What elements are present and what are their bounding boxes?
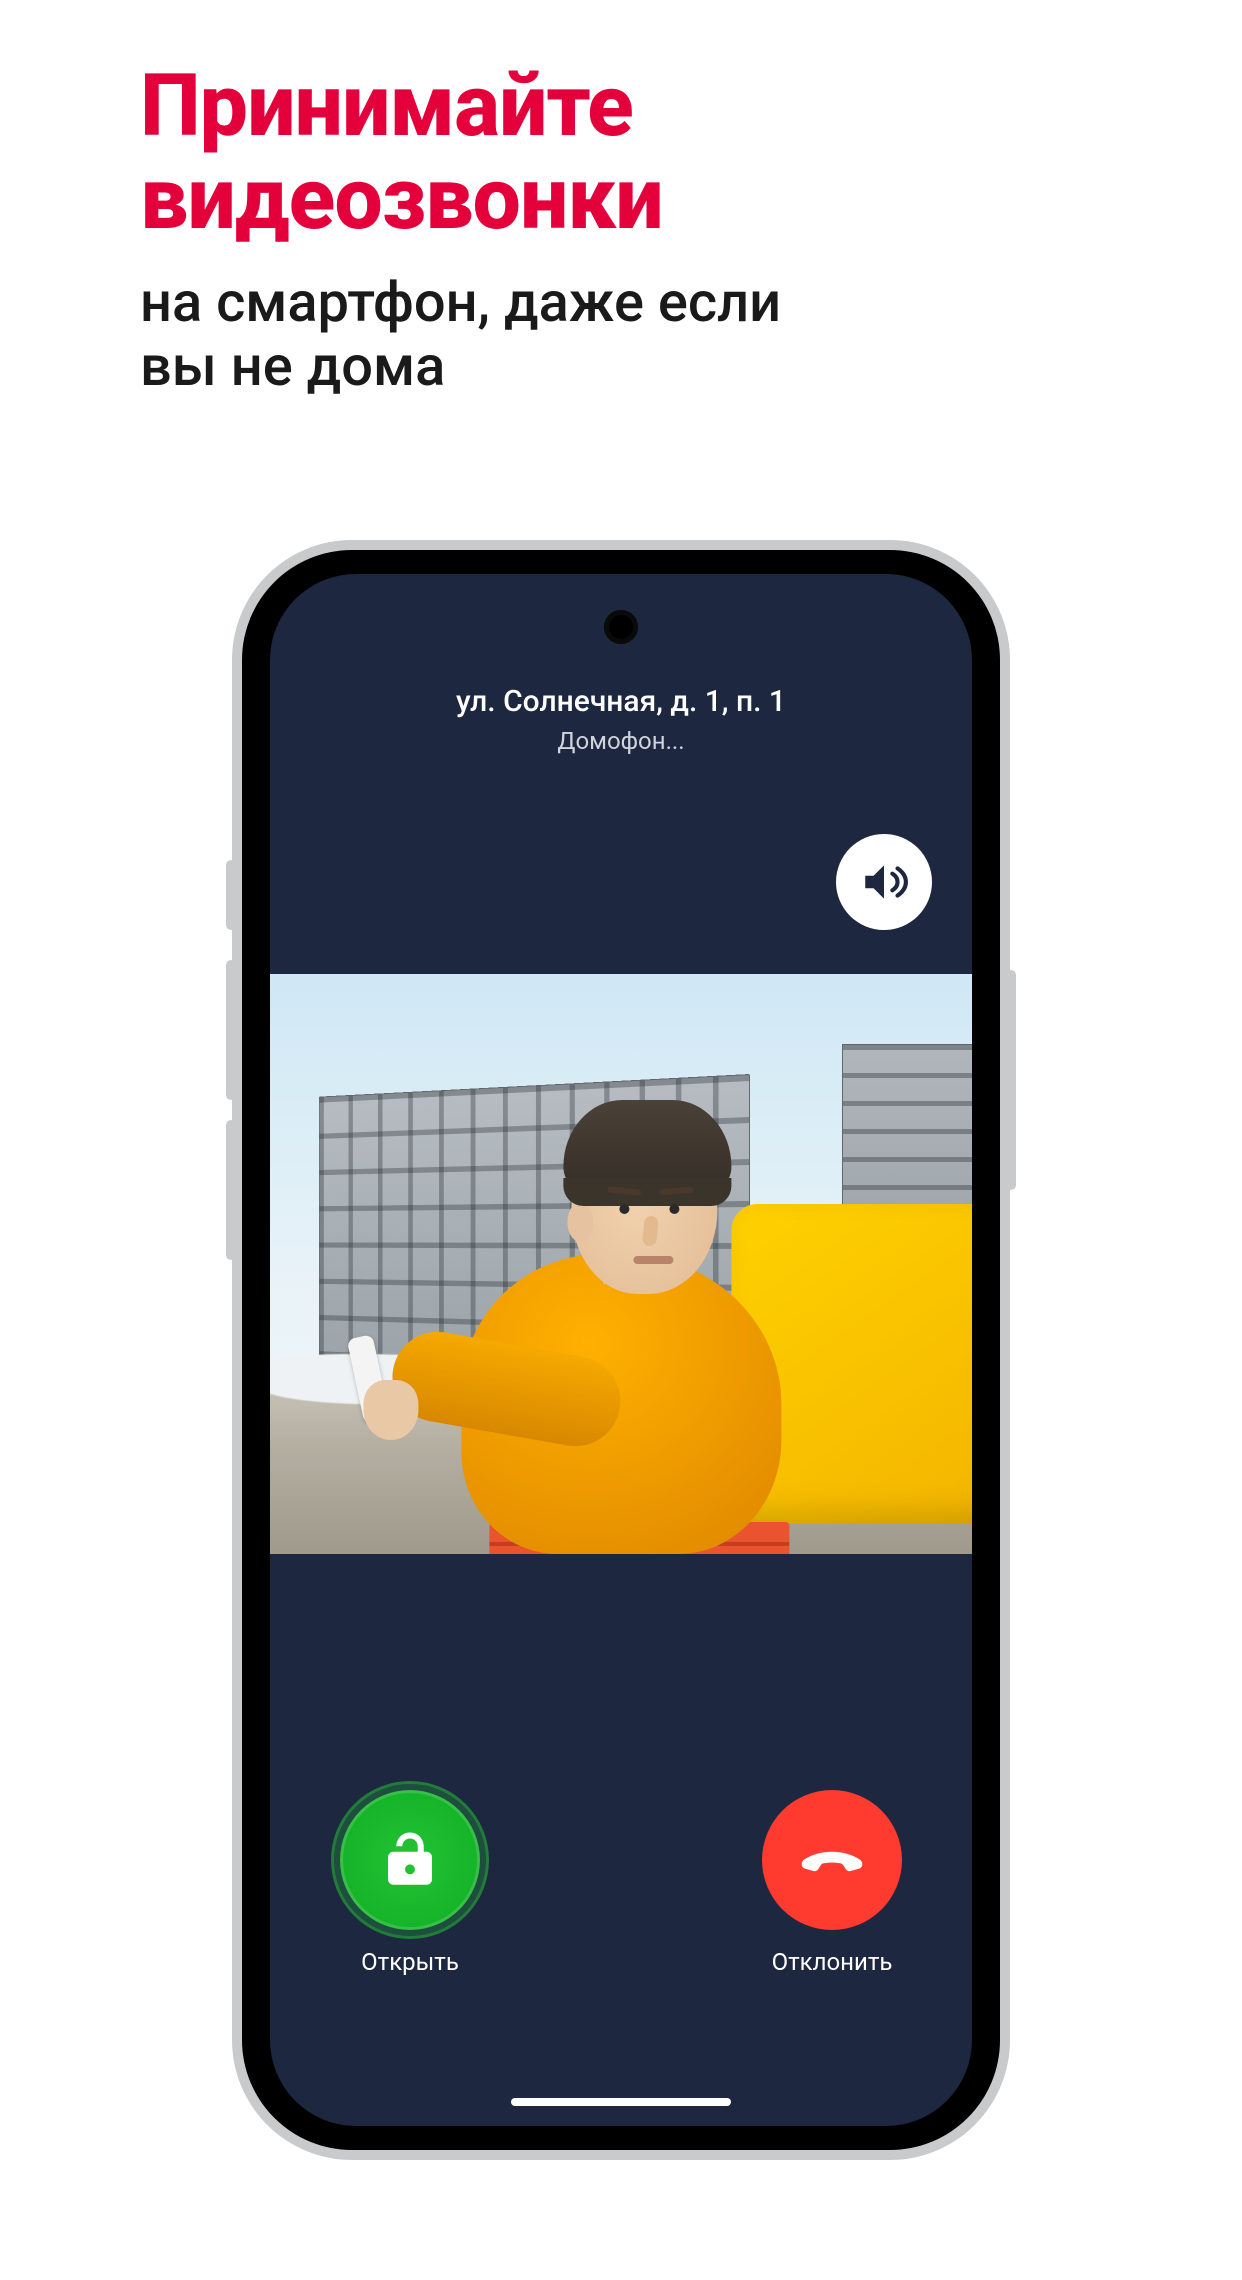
decline-call-label: Отклонить bbox=[772, 1948, 893, 1976]
headline-title: Принимайте видеозвонки bbox=[140, 60, 1100, 246]
speaker-button[interactable] bbox=[836, 834, 932, 930]
marketing-headline: Принимайте видеозвонки на смартфон, даже… bbox=[140, 60, 1100, 399]
phone-front-camera bbox=[604, 610, 638, 644]
speaker-icon bbox=[859, 857, 909, 907]
phone-side-button bbox=[226, 860, 236, 930]
phone-side-button bbox=[226, 960, 236, 1100]
call-actions: Открыть Отклонить bbox=[270, 1790, 972, 1976]
phone-body: ул. Солнечная, д. 1, п. 1 Домофон... bbox=[242, 550, 1000, 2150]
headline-sub-line2: вы не дома bbox=[140, 333, 445, 399]
open-door-label: Открыть bbox=[361, 1948, 459, 1976]
decline-call-action: Отклонить bbox=[762, 1790, 902, 1976]
courier-illustration bbox=[371, 1084, 891, 1554]
home-indicator[interactable] bbox=[511, 2098, 731, 2106]
video-scene-illustration bbox=[270, 974, 972, 1554]
open-door-button[interactable] bbox=[340, 1790, 480, 1930]
headline-title-line2: видеозвонки bbox=[140, 148, 663, 249]
headline-sub-line1: на смартфон, даже если bbox=[140, 269, 781, 335]
hangup-icon bbox=[799, 1827, 865, 1893]
call-address: ул. Солнечная, д. 1, п. 1 bbox=[270, 684, 972, 719]
phone-side-button bbox=[1006, 970, 1016, 1190]
lock-open-icon bbox=[377, 1827, 443, 1893]
open-door-action: Открыть bbox=[340, 1790, 480, 1976]
headline-title-line1: Принимайте bbox=[140, 55, 633, 156]
call-header: ул. Солнечная, д. 1, п. 1 Домофон... bbox=[270, 684, 972, 755]
phone-screen: ул. Солнечная, д. 1, п. 1 Домофон... bbox=[270, 574, 972, 2126]
phone-side-button bbox=[226, 1120, 236, 1260]
intercom-video-feed bbox=[270, 974, 972, 1554]
phone-device: ул. Солнечная, д. 1, п. 1 Домофон... bbox=[232, 540, 1010, 2160]
call-subtitle: Домофон... bbox=[270, 727, 972, 755]
headline-subtitle: на смартфон, даже если вы не дома bbox=[140, 270, 1100, 399]
decline-call-button[interactable] bbox=[762, 1790, 902, 1930]
